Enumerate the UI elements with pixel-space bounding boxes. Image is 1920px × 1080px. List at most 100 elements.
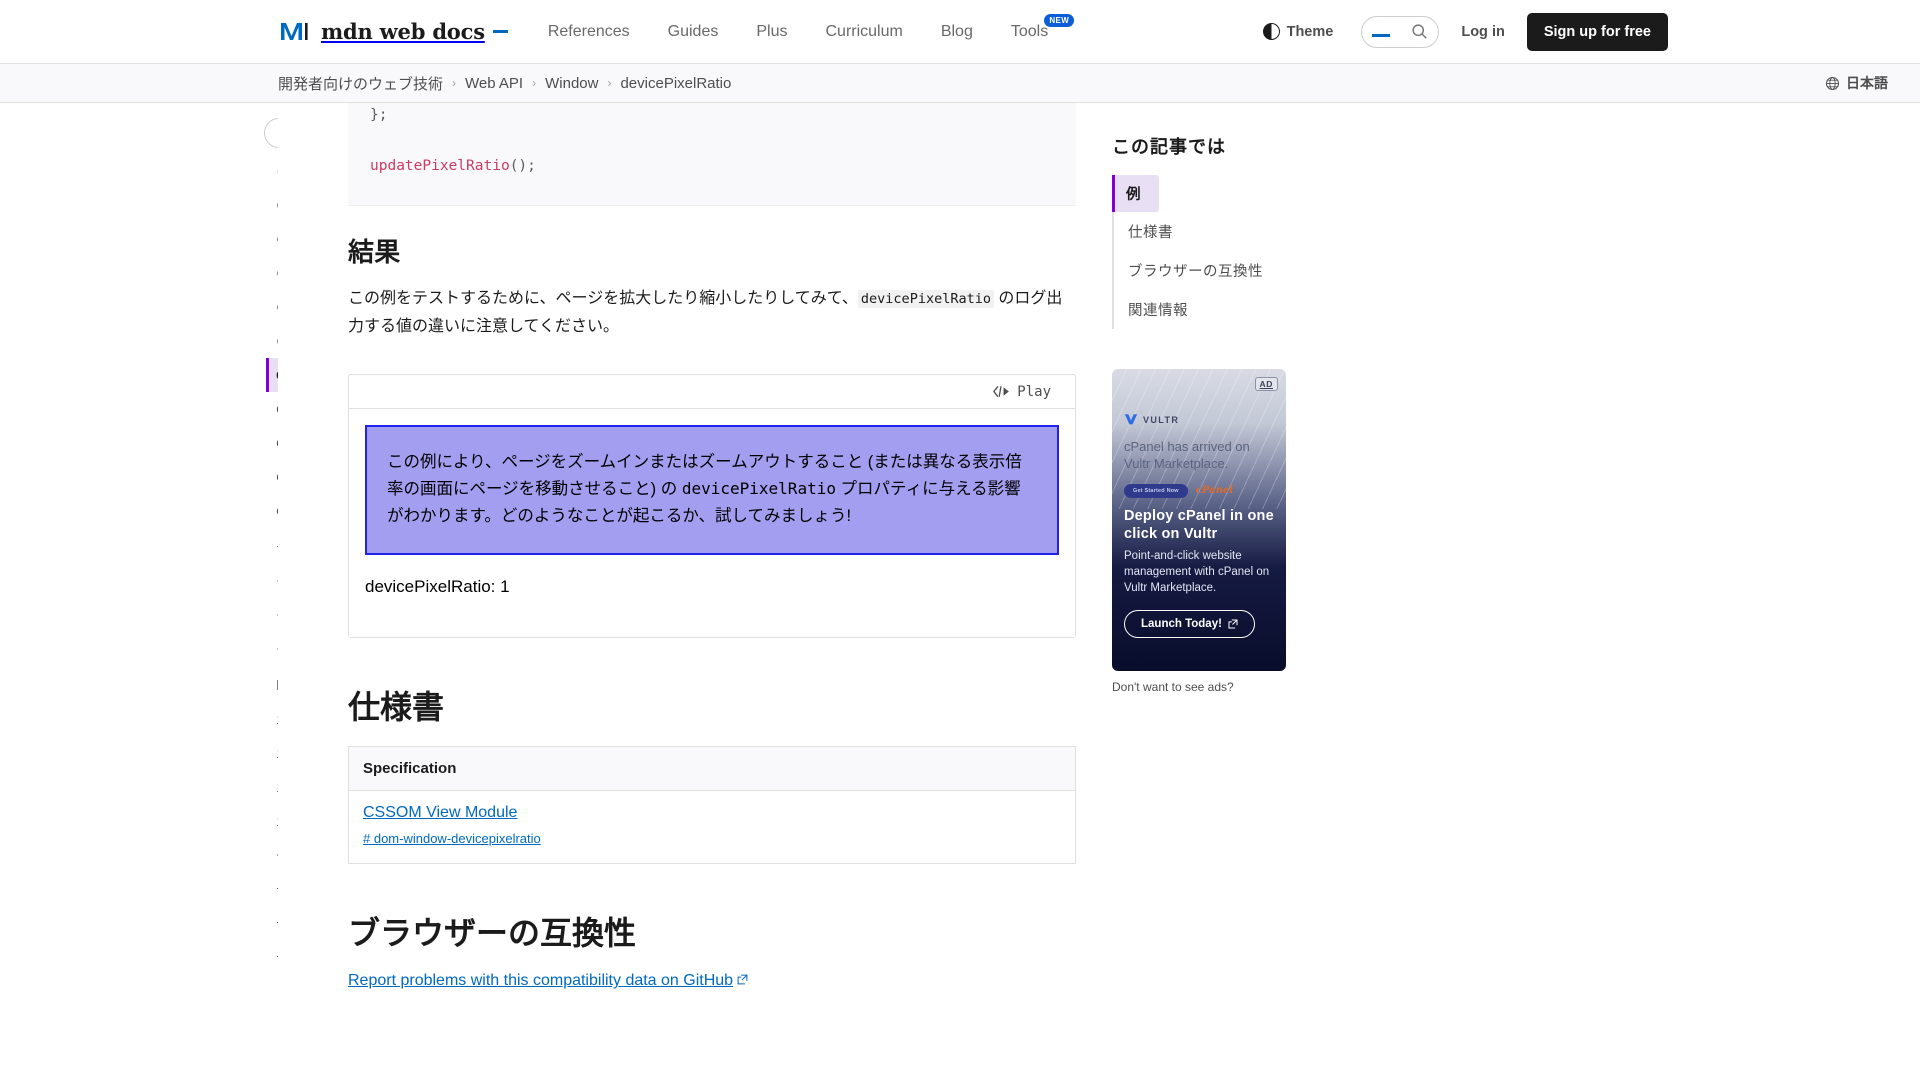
breadcrumb-item-1[interactable]: Web API [465,75,523,92]
theme-button[interactable]: Theme [1257,22,1340,41]
breadcrumb-item-current: devicePixelRatio [620,74,732,92]
sidebar-item-credentialless[interactable]: credentialless [266,222,278,256]
toc-title: この記事では [1112,137,1226,157]
external-link-icon [737,974,748,985]
sidebar-item-innerwidth[interactable]: innerWidth [266,771,278,805]
sidebar-item-label: isSecureContext [276,814,278,830]
list-item: customElements [266,324,278,358]
sidebar-item-devicepixelratio[interactable]: devicePixelRatio [266,358,278,392]
sidebar-item-crypto[interactable]: crypto [266,290,278,324]
sidebar-item-indexeddb[interactable]: indexedDB [266,703,278,737]
list-item: cookieStore [266,188,278,222]
nav-item-plus[interactable]: Plus [756,23,787,41]
sidebar-item-cookiestore[interactable]: cookieStore [266,188,278,222]
sidebar-item-fence[interactable]: fence(英語) [266,528,278,567]
sidebar-item-customelements[interactable]: customElements [266,324,278,358]
sidebar-item-innerheight[interactable]: innerHeight [266,737,278,771]
search-icon [1412,24,1428,39]
sidebar-item-label: frameElement [276,576,278,592]
sidebar-item-document[interactable]: document [266,392,278,426]
list-item: documentPictureInPicture [266,426,278,460]
sidebar-item-issecurecontext[interactable]: isSecureContext [266,805,278,839]
nav-item-blog[interactable]: Blog [941,23,973,41]
breadcrumb-separator: › [452,76,457,90]
spec-link-anchor[interactable]: # dom-window-devicepixelratio [363,831,1061,846]
sidebar-item-length[interactable]: length [266,877,278,911]
search-input[interactable] [1361,15,1440,48]
toc-item-1[interactable]: 仕様書 [1114,212,1412,251]
logo-cursor-icon [492,30,508,33]
sidebar-item-documentpictureinpicture[interactable]: documentPictureInPicture [266,426,278,460]
ad-lead: cPanel has arrived on Vultr Marketplace. [1124,439,1250,471]
toc-item-2[interactable]: ブラウザーの互換性 [1114,251,1412,290]
right-rail: この記事では 例仕様書 ブラウザーの互換性 関連情報 AD VULTR cPanel… [1112,103,1412,1080]
list-item: innerWidth [266,771,278,805]
breadcrumb-bar: 開発者向けのウェブ技術 › Web API › Window › deviceP… [0,64,1920,103]
login-link[interactable]: Log in [1461,24,1505,40]
table-header-row: Specification [348,746,1076,792]
ad-cpanel-logo: cPanel [1195,485,1234,497]
play-label: Play [1017,383,1051,400]
external-link-icon [1228,619,1238,629]
breadcrumb-separator: › [607,76,612,90]
sidebar-item-label: external [276,503,278,519]
sidebar-item-console[interactable]: console [266,154,278,188]
vultr-logo-icon [1124,414,1138,425]
list-item: ブラウザーの互換性 [1114,251,1412,290]
sidebar-item-fullscreen[interactable]: fullScreen [266,635,278,669]
sidebar-item-external[interactable]: external [266,494,278,528]
breadcrumb-item-2[interactable]: Window [545,75,598,92]
nav-item-tools[interactable]: Tools NEW [1011,13,1075,41]
sidebar-item-location[interactable]: location [266,945,278,979]
ad-cta-button[interactable]: Launch Today! [1124,609,1255,638]
top-header: mdn web docs References Guides Plus Curr… [0,0,1920,64]
compat-report-link[interactable]: Report problems with this compatibility … [348,972,748,989]
table-row: CSSOM View Module # dom-window-devicepix… [349,791,1076,864]
specifications-table: Specification CSSOM View Module # dom-wi… [348,746,1076,865]
list-item: credentialless [266,222,278,256]
nav-item-references[interactable]: References [548,23,630,41]
sidebar-item-localstorage[interactable]: localStorage [266,911,278,945]
example-iframe[interactable]: この例により、ページをズームインまたはズームアウトすること (または異なる表示倍… [349,409,1075,638]
toc-item-0[interactable]: 例 [1115,175,1159,212]
spec-link-title[interactable]: CSSOM View Module [363,804,1061,822]
ad-cta-label: Launch Today! [1141,617,1222,630]
breadcrumb-item-0[interactable]: 開発者向けのウェブ技術 [278,73,443,94]
toc-item-3[interactable]: 関連情報 [1114,290,1412,329]
code-block[interactable]: }; updatePixelRatio(); [348,103,1076,207]
spec-column-header: Specification [348,746,1076,792]
play-button[interactable]: Play [987,383,1057,401]
sidebar-item-event[interactable]: event [266,460,278,494]
sidebar-item-label: event [276,469,278,485]
list-item: 例 [1112,175,1412,212]
demo-output: devicePixelRatio: 1 [365,577,510,597]
sidebar-item-label: length [276,886,278,902]
advertisement[interactable]: AD VULTR cPanel has arrived on Vultr Mar… [1112,369,1286,671]
list-item: crossOriginIsolated [266,256,278,290]
nav-item-curriculum[interactable]: Curriculum [825,23,902,41]
sidebar-item-frames[interactable]: frames [266,601,278,635]
list-item: fullScreen [266,635,278,669]
list-item: indexedDB [266,703,278,737]
filter-button[interactable]: Filter [264,118,278,148]
list-item: 関連情報 [1114,290,1412,329]
ad-disclaimer[interactable]: Don't want to see ads? [1112,680,1412,694]
sidebar-item-frameelement[interactable]: frameElement [266,567,278,601]
sidebar-item-launchqueue[interactable]: launchQueue(英語) [266,839,278,878]
ad-body: Point-and-click website management with … [1124,550,1270,594]
nav-item-guides[interactable]: Guides [668,23,719,41]
mdn-logo[interactable]: mdn web docs [278,19,508,44]
signup-button[interactable]: Sign up for free [1526,12,1668,51]
sidebar-item-history[interactable]: history [266,669,278,703]
list-item: frameElement [266,567,278,601]
list-item: console [266,154,278,188]
result-paragraph: この例をテストするために、ページを拡大したり縮小したりしてみて、 devicePi… [348,285,1076,340]
list-item: devicePixelRatio [266,358,278,392]
code-play-icon [993,386,1010,398]
sidebar-item-label: launchQueue [276,852,278,868]
main-nav: References Guides Plus Curriculum Blog T… [548,13,1075,41]
sidebar-item-label: innerWidth [276,780,278,796]
sidebar-item-crossoriginisolated[interactable]: crossOriginIsolated [266,256,278,290]
sidebar-item-label: cookieStore [276,197,278,213]
language-switcher[interactable]: 日本語 [1819,72,1894,94]
